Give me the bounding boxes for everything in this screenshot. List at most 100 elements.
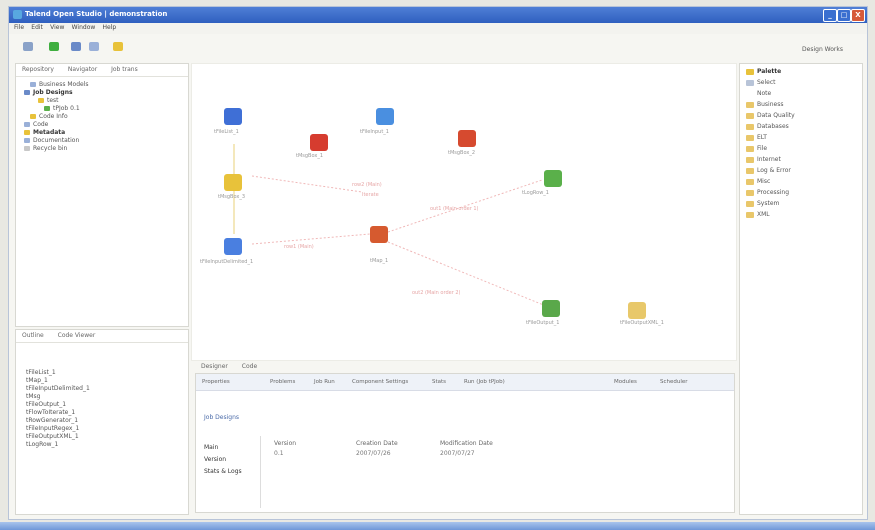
import-icon[interactable] (89, 42, 99, 51)
component-tmsgbox[interactable] (458, 130, 476, 147)
folder-icon (30, 114, 36, 119)
tab-run-job[interactable]: Run (Job tPJob) (464, 379, 505, 385)
component-tfileoutput[interactable] (542, 300, 560, 317)
properties-panel: Properties Problems Job Run Component Se… (195, 373, 735, 513)
outline-item[interactable]: tFileInputDelimited_1 (26, 385, 188, 393)
menu-bar: File Edit View Window Help (9, 23, 867, 34)
app-window: Talend Open Studio | demonstration _ □ X… (8, 6, 868, 520)
palette-item[interactable]: Business (746, 99, 862, 110)
designer-code-tabs: Designer Code (195, 361, 735, 373)
tab-designer[interactable]: Designer (201, 363, 228, 370)
palette-item[interactable]: File (746, 143, 862, 154)
menu-help[interactable]: Help (103, 24, 117, 31)
open-icon[interactable] (113, 42, 123, 51)
tab-navigator[interactable]: Navigator (68, 66, 97, 73)
outline-item[interactable]: tMap_1 (26, 377, 188, 385)
run-icon[interactable] (49, 42, 59, 51)
tree-item[interactable]: tPJob 0.1 (24, 105, 188, 113)
column-header: Creation Date (356, 440, 398, 447)
tree-item[interactable]: test (24, 97, 188, 105)
tree-item[interactable]: Recycle bin (24, 145, 188, 153)
minimize-button[interactable]: _ (823, 9, 837, 22)
connection-label[interactable]: Iterate (362, 192, 379, 198)
taskbar (0, 522, 875, 530)
tab-component-settings[interactable]: Component Settings (352, 379, 408, 385)
menu-file[interactable]: File (14, 24, 24, 31)
menu-edit[interactable]: Edit (31, 24, 43, 31)
palette-item[interactable]: Note (746, 88, 862, 99)
component-tmsgbox[interactable] (224, 174, 242, 191)
outline-item[interactable]: tFileOutput_1 (26, 401, 188, 409)
outline-item[interactable]: tMsg (26, 393, 188, 401)
component-label: tMsgBox_3 (218, 194, 246, 200)
export-icon[interactable] (71, 42, 81, 51)
folder-icon (746, 101, 754, 108)
tree-item[interactable]: Business Models (24, 81, 188, 89)
tab-scheduler[interactable]: Scheduler (660, 379, 688, 385)
tree-item[interactable]: Documentation (24, 137, 188, 145)
tab-job-run[interactable]: Job Run (314, 379, 335, 385)
outline-item[interactable]: tRowGenerator_1 (26, 417, 188, 425)
tab-job-trans[interactable]: Job trans (111, 66, 138, 73)
palette-item[interactable]: Processing (746, 187, 862, 198)
outline-item[interactable]: tFileOutputXML_1 (26, 433, 188, 441)
modification-date-value[interactable]: 2007/07/27 (440, 450, 475, 457)
tab-modules[interactable]: Modules (614, 379, 637, 385)
folder-icon (746, 178, 754, 185)
outline-item[interactable]: tFlowToIterate_1 (26, 409, 188, 417)
job-designer-canvas[interactable]: tFileList_1 tMsgBox_1 tFileInput_1 tMsgB… (191, 63, 737, 361)
palette-item[interactable]: System (746, 198, 862, 209)
row-stats-logs[interactable]: Stats & Logs (204, 468, 242, 475)
palette-item[interactable]: Databases (746, 121, 862, 132)
palette-item[interactable]: Log & Error (746, 165, 862, 176)
palette-item[interactable]: Misc (746, 176, 862, 187)
tree-item[interactable]: Code Info (24, 113, 188, 121)
tree-item[interactable]: Job Designs (24, 89, 188, 97)
tab-code[interactable]: Code (242, 363, 257, 370)
palette-item[interactable]: Select (746, 77, 862, 88)
outline-item[interactable]: tLogRow_1 (26, 441, 188, 449)
row-main[interactable]: Main (204, 444, 218, 451)
tab-problems[interactable]: Problems (270, 379, 295, 385)
component-tfileinputdelimited[interactable] (224, 238, 242, 255)
tab-repository[interactable]: Repository (22, 66, 54, 73)
connection-label[interactable]: out2 (Main order 2) (412, 290, 461, 296)
tree-item[interactable]: Metadata (24, 129, 188, 137)
tab-properties[interactable]: Properties (202, 379, 230, 385)
tab-code-viewer[interactable]: Code Viewer (58, 332, 96, 339)
version-value[interactable]: 0.1 (274, 450, 284, 457)
connection-label[interactable]: out1 (Main order 1) (430, 206, 479, 212)
component-tlogrow[interactable] (544, 170, 562, 187)
tab-stats[interactable]: Stats (432, 379, 446, 385)
folder-icon (30, 82, 36, 87)
component-tfileoutputxml[interactable] (628, 302, 646, 319)
row-version[interactable]: Version (204, 456, 226, 463)
palette-item[interactable]: ELT (746, 132, 862, 143)
component-label: tFileOutput_1 (526, 320, 560, 326)
palette-item[interactable]: Data Quality (746, 110, 862, 121)
section-title: Job Designs (204, 414, 239, 421)
close-button[interactable]: X (851, 9, 865, 22)
tab-outline[interactable]: Outline (22, 332, 44, 339)
properties-area: Designer Code Properties Problems Job Ru… (195, 361, 735, 513)
save-icon[interactable] (23, 42, 33, 51)
component-tmap[interactable] (370, 226, 388, 243)
tree-item[interactable]: Code (24, 121, 188, 129)
folder-icon (24, 90, 30, 95)
outline-item[interactable]: tFileList_1 (26, 369, 188, 377)
creation-date-value[interactable]: 2007/07/26 (356, 450, 391, 457)
menu-window[interactable]: Window (72, 24, 96, 31)
component-tfilelist[interactable] (224, 108, 242, 125)
job-icon (44, 106, 50, 111)
palette-item[interactable]: XML (746, 209, 862, 220)
menu-view[interactable]: View (50, 24, 64, 31)
outline-item[interactable]: tFileInputRegex_1 (26, 425, 188, 433)
connection-label[interactable]: row2 (Main) (352, 182, 382, 188)
maximize-button[interactable]: □ (837, 9, 851, 22)
connection-label[interactable]: row1 (Main) (284, 244, 314, 250)
folder-icon (24, 130, 30, 135)
palette-item[interactable]: Internet (746, 154, 862, 165)
component-tfileinput[interactable] (376, 108, 394, 125)
component-tmsgbox[interactable] (310, 134, 328, 151)
perspective-switcher[interactable]: Design Works (802, 46, 843, 53)
